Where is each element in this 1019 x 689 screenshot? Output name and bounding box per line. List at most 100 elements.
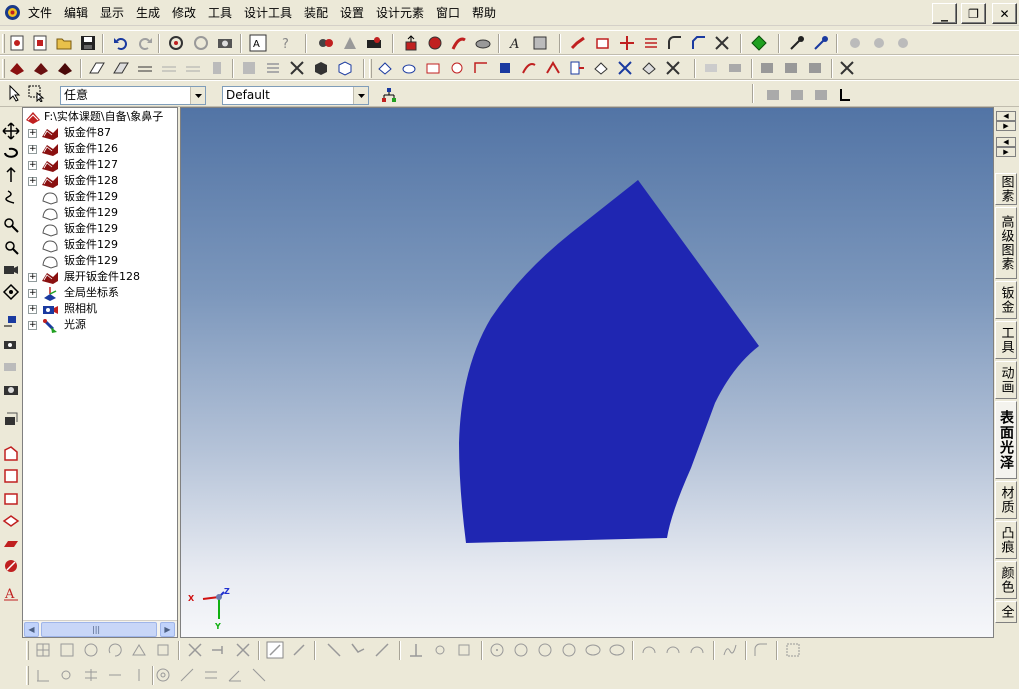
text-check-icon[interactable]: A [249,34,267,52]
tree-expand-toggle[interactable]: + [28,273,37,282]
2d-extend-icon[interactable] [210,641,228,659]
tree-item[interactable]: + 光源 [23,317,177,333]
shape-diamond-icon[interactable] [2,512,20,530]
sweep-icon[interactable] [450,34,468,52]
sheet-metal-part[interactable] [459,180,759,543]
new-design-icon[interactable] [31,34,49,52]
2d-edit-icon[interactable] [290,641,308,659]
view-disabled-2-icon[interactable] [788,86,806,104]
tree-item[interactable]: 钣金件129 [23,237,177,253]
disabled-8-icon[interactable] [806,59,824,77]
2d-grid-icon[interactable] [34,641,52,659]
tree-item[interactable]: + 全局坐标系 [23,285,177,301]
design-tab[interactable]: 工具 [995,321,1017,359]
chamfer-icon[interactable] [690,34,708,52]
2d-ellipse-2-icon[interactable] [608,641,626,659]
filter-select[interactable]: 任意 [60,86,206,105]
tree-item[interactable]: + 钣金件126 [23,141,177,157]
fillet-icon[interactable] [666,34,684,52]
constraint-parallel-icon[interactable] [82,666,100,684]
tree-expand-toggle[interactable]: + [28,129,37,138]
2d-polyline-icon[interactable] [349,641,367,659]
2d-delete-icon[interactable] [186,641,204,659]
tree-item[interactable]: 钣金件129 [23,205,177,221]
refold-icon[interactable] [112,59,130,77]
camera-view-icon[interactable] [216,34,234,52]
scroll-left-button[interactable]: ◀ [24,622,39,637]
surface-4-icon[interactable] [448,59,466,77]
2d-perpendicular-icon[interactable] [407,641,425,659]
2d-point-icon[interactable] [431,641,449,659]
sheet-metal-block-icon[interactable] [8,59,26,77]
save-icon[interactable] [79,34,97,52]
camera-target-icon[interactable] [2,335,20,353]
minimize-button[interactable]: _ [932,3,957,24]
text-3d-icon[interactable]: A [507,34,525,52]
design-tab[interactable]: 颜色 [995,561,1017,599]
offset-icon[interactable] [642,34,660,52]
tree-item[interactable]: 钣金件129 [23,221,177,237]
disabled-tool-1-icon[interactable] [846,34,864,52]
material-icon[interactable] [750,34,768,52]
hierarchy-icon[interactable] [380,86,398,104]
copy-shape-icon[interactable] [240,59,258,77]
shell-icon[interactable] [531,34,549,52]
2d-fillet-icon[interactable] [752,641,770,659]
eyedropper-icon[interactable] [788,34,806,52]
roll-icon[interactable] [2,166,20,184]
constraint-horizontal-icon[interactable] [106,666,124,684]
box-wire-icon[interactable] [336,59,354,77]
2d-circle-tan-icon[interactable] [560,641,578,659]
shape-disc-icon[interactable] [2,557,20,575]
constraint-concentric-icon[interactable] [154,666,172,684]
design-tab[interactable]: 动画 [995,361,1017,399]
tree-root[interactable]: F:\实体课题\自备\象鼻子 [23,109,177,125]
select-box-icon[interactable] [27,84,45,102]
disabled-tool-3-icon[interactable] [894,34,912,52]
tab-nav-next-button[interactable]: ▶ [996,147,1016,157]
2d-ellipse-icon[interactable] [584,641,602,659]
menu-modify[interactable]: 修改 [171,4,197,22]
surface-3-icon[interactable] [424,59,442,77]
surface-8-icon[interactable] [544,59,562,77]
split-icon[interactable] [618,34,636,52]
context-help-icon[interactable]: ? [279,34,297,52]
parts-icon[interactable] [2,410,20,428]
surface-9-icon[interactable] [568,59,586,77]
tree-item[interactable]: + 钣金件87 [23,125,177,141]
2d-rect-icon[interactable] [455,641,473,659]
camera-record-icon[interactable] [2,380,20,398]
design-tab[interactable]: 图素 [995,173,1017,205]
tab-nav-prev-button[interactable]: ◀ [996,137,1016,147]
2d-circle-3pt-icon[interactable] [536,641,554,659]
menu-assembly[interactable]: 装配 [303,4,329,22]
2d-trim-icon[interactable] [234,641,252,659]
2d-spline-icon[interactable] [721,641,739,659]
paint-icon[interactable] [812,34,830,52]
scroll-right-button[interactable]: ▶ [160,622,175,637]
tree-item[interactable]: 钣金件129 [23,253,177,269]
2d-square-icon[interactable] [58,641,76,659]
tree-item[interactable]: + 照相机 [23,301,177,317]
shape-slab-icon[interactable] [2,535,20,553]
extrude-icon[interactable] [402,34,420,52]
2d-circle-center-icon[interactable] [488,641,506,659]
constraint-perp-icon[interactable] [34,666,52,684]
2d-construction-icon[interactable] [784,641,802,659]
tree-item[interactable]: + 钣金件128 [23,173,177,189]
surface-12-icon[interactable] [640,59,658,77]
surface-10-icon[interactable] [592,59,610,77]
scene-canvas[interactable]: X Y Z [181,108,994,638]
bend-icon[interactable] [569,34,587,52]
disabled-6-icon[interactable] [758,59,776,77]
menu-file[interactable]: 文件 [27,4,53,22]
surface-5-icon[interactable] [472,59,490,77]
scroll-thumb[interactable]: ||| [41,622,157,637]
design-tab[interactable]: 高级图素 [995,207,1017,279]
app-logo-icon[interactable] [4,4,21,21]
tree-expand-toggle[interactable]: + [28,161,37,170]
2d-arc-2-icon[interactable] [664,641,682,659]
menu-settings[interactable]: 设置 [339,4,365,22]
menu-help[interactable]: 帮助 [471,4,497,22]
tab-nav-first-button[interactable]: ◀ [996,111,1016,121]
